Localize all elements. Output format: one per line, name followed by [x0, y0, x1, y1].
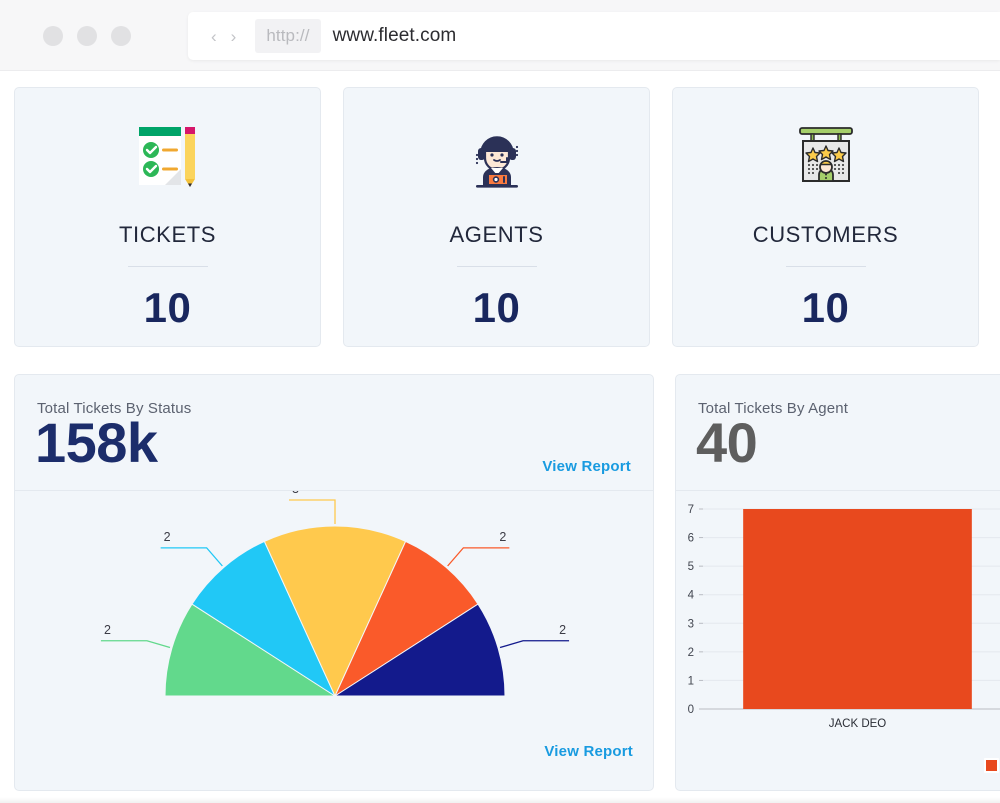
card-metric-value: 158k [35, 411, 158, 474]
browser-chrome: ‹ › http:// www.fleet.com [0, 0, 1000, 71]
agent-bar-chart: 0 1 2 3 4 5 6 7 JACK DEO [688, 504, 1000, 730]
kpi-label: AGENTS [449, 222, 544, 247]
y-axis-tick-label: 7 [688, 504, 694, 516]
window-maximize-dot[interactable] [111, 26, 131, 46]
url-scheme-badge: http:// [255, 19, 321, 53]
checklist-pencil-icon [124, 112, 212, 200]
kpi-label: TICKETS [118, 222, 217, 247]
y-axis-tick-label: 6 [688, 533, 694, 545]
kpi-divider [456, 266, 537, 267]
status-pie-chart: 2 2 3 2 2 [100, 491, 570, 698]
card-body: 0 1 2 3 4 5 6 7 JACK DEO Tickets [676, 491, 1000, 790]
bar-series [743, 509, 972, 709]
window-minimize-dot[interactable] [77, 26, 97, 46]
back-icon[interactable]: ‹ [206, 26, 222, 47]
y-axis-tick-label: 4 [688, 590, 695, 602]
kpi-value: 10 [472, 284, 521, 331]
kpi-card-customers[interactable]: CUSTOMERS 10 [672, 87, 979, 347]
dashboard-page: TICKETS 10 AGENTS 10 CUSTOMERS 10 Total … [0, 71, 1000, 803]
pie-leader-line [100, 640, 171, 649]
y-axis-tick-label: 3 [688, 618, 694, 630]
card-header: Total Tickets By Status 158k View Report [15, 375, 653, 491]
kpi-card-agents[interactable]: AGENTS 10 [343, 87, 650, 347]
x-axis-category-label: JACK DEO [829, 718, 887, 730]
pie-leader-line [160, 547, 223, 567]
card-header: Total Tickets By Agent 40 [676, 375, 1000, 491]
view-report-link-top[interactable]: View Report [542, 458, 631, 475]
pie-leader-line [499, 640, 570, 649]
address-bar[interactable]: ‹ › http:// www.fleet.com [188, 12, 1000, 60]
kpi-divider [785, 266, 866, 267]
legend-swatch-tickets [983, 758, 999, 773]
pie-data-label: 2 [499, 530, 506, 544]
url-input[interactable]: www.fleet.com [333, 25, 457, 47]
pie-leader-line [447, 547, 510, 567]
y-axis-tick-label: 1 [688, 675, 694, 687]
card-total-tickets-by-agent: Total Tickets By Agent 40 0 1 2 3 4 5 6 7 JACK … [675, 374, 1000, 791]
kpi-value: 10 [801, 284, 850, 331]
kpi-value: 10 [143, 284, 192, 331]
pie-data-label: 3 [292, 491, 299, 496]
window-controls [43, 26, 131, 46]
forward-icon[interactable]: › [226, 26, 242, 47]
bar-y-axis-ticks: 0 1 2 3 4 5 6 7 [688, 504, 703, 716]
y-axis-tick-label: 5 [688, 561, 694, 573]
pie-slices [164, 525, 506, 698]
page-bottom-shadow [0, 797, 1000, 803]
card-metric-value: 40 [696, 411, 758, 474]
y-axis-tick-label: 0 [688, 704, 694, 716]
bar-legend[interactable]: Tickets [983, 758, 1000, 773]
kpi-card-tickets[interactable]: TICKETS 10 [14, 87, 321, 347]
kpi-divider [127, 266, 208, 267]
pie-leader-line [289, 499, 336, 524]
window-close-dot[interactable] [43, 26, 63, 46]
navigation-arrows: ‹ › [206, 26, 241, 47]
pie-data-label: 2 [559, 623, 566, 637]
bar[interactable] [743, 509, 972, 709]
pie-data-label: 2 [104, 623, 111, 637]
kpi-label: CUSTOMERS [752, 222, 899, 247]
view-report-link-bottom[interactable]: View Report [544, 743, 633, 760]
pie-data-label: 2 [164, 530, 171, 544]
y-axis-tick-label: 2 [688, 647, 694, 659]
headset-agent-icon [453, 112, 541, 200]
bar-x-axis-labels: JACK DEO [829, 718, 887, 730]
kpi-card-row: TICKETS 10 AGENTS 10 CUSTOMERS 10 [14, 87, 992, 349]
card-total-tickets-by-status: Total Tickets By Status 158k View Report… [14, 374, 654, 791]
rating-board-icon [782, 112, 870, 200]
